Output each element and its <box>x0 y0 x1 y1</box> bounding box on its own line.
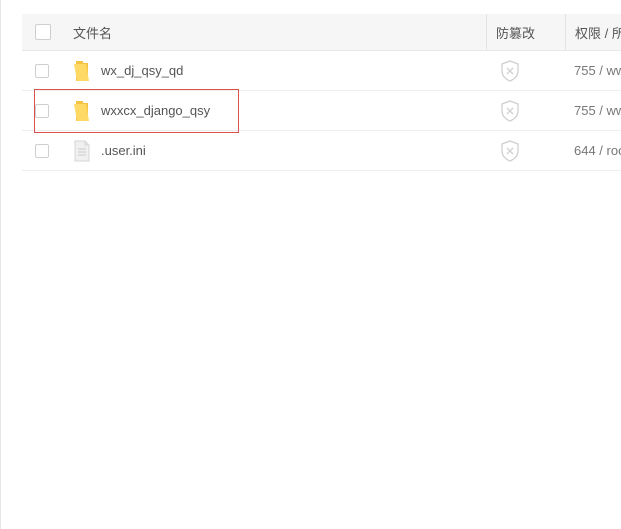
protect-cell <box>495 51 563 90</box>
table-header: 文件名 防篡改 权限 / 所 <box>22 14 621 51</box>
permission-cell[interactable]: 755 / www <box>574 51 621 90</box>
row-checkbox[interactable] <box>35 103 49 118</box>
row-checkbox-cell <box>35 91 57 130</box>
table-row[interactable]: wxxcx_django_qsy 755 / www <box>22 91 621 131</box>
permission-text: 644 / root <box>574 143 621 158</box>
protect-cell <box>495 131 563 170</box>
file-name-cell[interactable]: wxxcx_django_qsy <box>73 91 483 130</box>
file-table: 文件名 防篡改 权限 / 所 wx_dj_qsy_qd 755 / ww wxx… <box>22 14 621 171</box>
file-name-link[interactable]: wxxcx_django_qsy <box>101 103 210 118</box>
permission-text: 755 / www <box>574 103 621 118</box>
document-icon <box>74 140 90 161</box>
folder-icon <box>74 100 89 121</box>
column-header-protect[interactable]: 防篡改 <box>486 14 564 50</box>
row-checkbox-cell <box>35 51 57 90</box>
shield-x-icon[interactable] <box>500 59 520 82</box>
column-header-permission-label: 权限 / 所 <box>575 25 621 41</box>
header-checkbox-cell <box>35 14 57 50</box>
file-name-link[interactable]: wx_dj_qsy_qd <box>101 63 183 78</box>
permission-cell[interactable]: 644 / root <box>574 131 621 170</box>
column-header-protect-label: 防篡改 <box>496 25 536 41</box>
panel-border <box>0 0 1 529</box>
row-checkbox-cell <box>35 131 57 170</box>
column-header-name-label: 文件名 <box>73 25 113 41</box>
shield-x-icon[interactable] <box>500 99 520 122</box>
file-name-cell[interactable]: .user.ini <box>73 131 483 170</box>
shield-x-icon[interactable] <box>500 139 520 162</box>
column-header-name[interactable]: 文件名 <box>73 14 483 50</box>
select-all-checkbox[interactable] <box>35 24 51 40</box>
file-name-link[interactable]: .user.ini <box>101 143 146 158</box>
protect-cell <box>495 91 563 130</box>
column-header-permission[interactable]: 权限 / 所 <box>565 14 621 50</box>
row-checkbox[interactable] <box>35 63 49 78</box>
row-checkbox[interactable] <box>35 143 49 158</box>
permission-text: 755 / www <box>574 63 621 78</box>
folder-icon <box>74 60 89 81</box>
table-row[interactable]: .user.ini 644 / root <box>22 131 621 171</box>
table-row[interactable]: wx_dj_qsy_qd 755 / www <box>22 51 621 91</box>
permission-cell[interactable]: 755 / www <box>574 91 621 130</box>
file-manager-panel: 文件名 防篡改 权限 / 所 wx_dj_qsy_qd 755 / ww wxx… <box>0 0 621 529</box>
file-name-cell[interactable]: wx_dj_qsy_qd <box>73 51 483 90</box>
